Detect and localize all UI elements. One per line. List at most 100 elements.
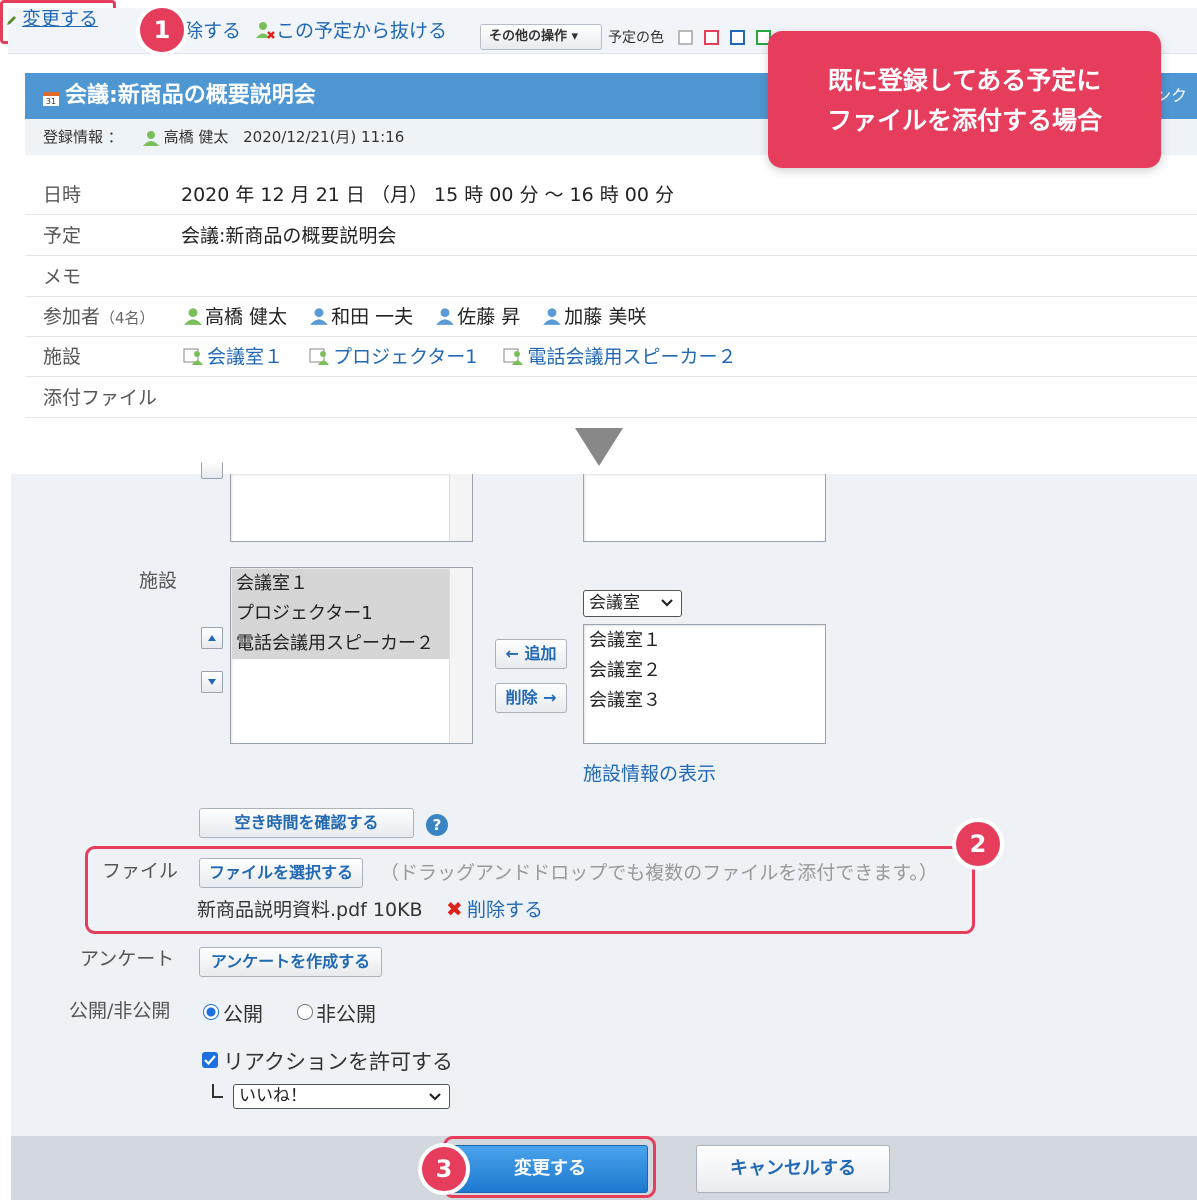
facility-category-value: 会議室 — [589, 593, 640, 613]
color-none-swatch[interactable] — [678, 30, 693, 45]
edit-form-panel — [11, 474, 1197, 1200]
participants-count: （4名） — [100, 309, 155, 327]
leave-person-icon — [256, 22, 275, 39]
chevron-down-icon — [429, 1093, 441, 1101]
participant-item[interactable]: 佐藤 昇 — [435, 297, 520, 337]
move-down-button[interactable] — [201, 671, 223, 693]
move-up-button-partial[interactable] — [201, 462, 223, 479]
public-radio-label[interactable]: 公開 — [223, 998, 263, 1027]
reaction-label[interactable]: リアクションを許可する — [223, 1046, 453, 1076]
leave-event-link[interactable]: この予定から抜ける — [254, 8, 447, 54]
file-section-highlight — [85, 846, 975, 934]
event-color-label: 予定の色 — [608, 30, 664, 46]
pencil-icon — [7, 16, 16, 25]
create-survey-button[interactable]: アンケートを作成する — [199, 947, 382, 977]
checkmark-icon — [204, 1055, 216, 1066]
facility-label: 施設 — [43, 346, 82, 368]
date-value: 2020 年 12 月 21 日 （月） 15 時 00 分 〜 16 時 00… — [181, 184, 675, 206]
facility-icon — [183, 348, 203, 365]
detail-row-date: 日時 2020 年 12 月 21 日 （月） 15 時 00 分 〜 16 時… — [25, 175, 1197, 215]
user-icon — [543, 308, 562, 325]
candidate-facility-option[interactable]: 会議室２ — [585, 656, 661, 686]
user-icon — [142, 130, 159, 146]
facility-category-select[interactable]: 会議室 — [583, 590, 682, 617]
detail-row-facility: 施設 会議室１ プロジェクター1 電話会議用スピーカー２ — [25, 337, 1197, 377]
facility-name: 電話会議用スピーカー２ — [527, 346, 737, 368]
check-availability-button[interactable]: 空き時間を確認する — [199, 808, 414, 838]
candidate-facility-option[interactable]: 会議室１ — [585, 626, 661, 656]
form-facility-label: 施設 — [139, 570, 178, 592]
submit-highlight — [443, 1136, 656, 1198]
private-radio-label[interactable]: 非公開 — [316, 998, 376, 1027]
facility-name: 会議室１ — [207, 346, 284, 368]
facility-icon — [309, 348, 330, 365]
leave-event-label: この予定から抜ける — [276, 20, 448, 42]
detail-row-attachment: 添付ファイル — [25, 378, 1197, 418]
selected-facilities-listbox[interactable]: 会議室１ プロジェクター1 電話会議用スピーカー２ — [230, 567, 473, 744]
step-badge-2: 2 — [956, 822, 1000, 866]
listbox-scrollbar[interactable] — [449, 568, 472, 743]
participant-item[interactable]: 加藤 美咲 — [542, 297, 646, 337]
selected-facility-option[interactable]: 電話会議用スピーカー２ — [232, 629, 449, 659]
private-radio[interactable] — [297, 1004, 313, 1020]
registration-datetime: 2020/12/21(月) 11:16 — [243, 128, 405, 146]
reaction-type-select[interactable]: いいね！ — [233, 1084, 450, 1109]
date-label: 日時 — [43, 184, 82, 206]
participant-name: 高橋 健太 — [205, 306, 288, 328]
participants-list: 高橋 健太 和田 一夫 佐藤 昇 加藤 美咲 — [183, 297, 662, 337]
facility-link[interactable]: プロジェクター1 — [309, 337, 477, 377]
facility-link[interactable]: 電話会議用スピーカー２ — [503, 337, 736, 377]
plan-value: 会議:新商品の概要説明会 — [181, 225, 397, 247]
user-icon — [310, 308, 328, 325]
svg-text:31: 31 — [46, 97, 56, 106]
attachment-label: 添付ファイル — [43, 387, 158, 409]
edit-event-label: 変更する — [22, 8, 99, 30]
facility-list: 会議室１ プロジェクター1 電話会議用スピーカー２ — [183, 337, 756, 377]
user-icon — [436, 308, 455, 325]
reaction-type-value: いいね！ — [239, 1086, 307, 1106]
triangle-up-icon — [208, 635, 216, 641]
detail-row-memo: メモ — [25, 257, 1197, 297]
participant-item[interactable]: 高橋 健太 — [183, 297, 287, 337]
callout-line-1: 既に登録してある予定に — [827, 66, 1102, 95]
participant-name: 佐藤 昇 — [457, 306, 521, 328]
other-operations-button[interactable]: その他の操作 ▾ — [480, 24, 602, 50]
cancel-button[interactable]: キャンセルする — [696, 1145, 890, 1193]
participants-selected-listbox[interactable] — [230, 474, 473, 542]
move-up-button[interactable] — [201, 627, 223, 649]
event-title: 会議:新商品の概要説明会 — [65, 83, 316, 108]
triangle-down-icon — [208, 679, 216, 685]
color-swatch-red[interactable] — [704, 30, 719, 45]
calendar-icon: 31 — [43, 92, 59, 106]
facility-name: プロジェクター1 — [333, 346, 478, 368]
remove-facility-button[interactable]: 削除 → — [495, 683, 567, 713]
participant-item[interactable]: 和田 一夫 — [309, 297, 413, 337]
selected-facility-option[interactable]: プロジェクター1 — [232, 599, 449, 629]
selected-facility-option[interactable]: 会議室１ — [232, 569, 449, 599]
facility-icon — [503, 348, 524, 365]
participants-candidate-listbox[interactable] — [583, 474, 826, 542]
candidate-facilities-listbox[interactable]: 会議室１ 会議室２ 会議室３ — [583, 624, 826, 744]
listbox-scrollbar — [449, 474, 472, 541]
facility-info-link[interactable]: 施設情報の表示 — [583, 759, 716, 786]
detail-row-plan: 予定 会議:新商品の概要説明会 — [25, 216, 1197, 256]
indent-elbow — [212, 1084, 223, 1098]
step-badge-1: 1 — [140, 8, 184, 52]
memo-label: メモ — [43, 266, 82, 288]
delete-link-partial[interactable]: 除する — [184, 8, 241, 54]
candidate-facility-option[interactable]: 会議室３ — [585, 686, 661, 716]
visibility-label: 公開/非公開 — [69, 1000, 171, 1022]
reaction-checkbox[interactable] — [202, 1052, 218, 1068]
public-radio[interactable] — [203, 1004, 219, 1020]
color-swatch-blue[interactable] — [730, 30, 745, 45]
help-icon[interactable]: ? — [426, 814, 448, 836]
participants-label-text: 参加者 — [43, 306, 101, 328]
user-icon — [184, 308, 202, 325]
plan-label: 予定 — [43, 225, 82, 247]
facility-link[interactable]: 会議室１ — [183, 337, 283, 377]
down-arrow-icon — [575, 428, 623, 466]
add-facility-button[interactable]: ← 追加 — [495, 639, 567, 669]
chevron-down-icon — [661, 599, 673, 607]
registration-label: 登録情報 ： — [43, 128, 123, 146]
participant-name: 和田 一夫 — [331, 306, 414, 328]
